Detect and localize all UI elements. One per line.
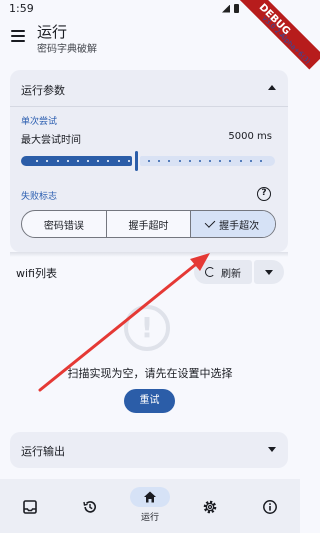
max-time-slider[interactable] <box>21 151 275 171</box>
retry-button[interactable]: 重试 <box>124 389 175 413</box>
run-output-card[interactable]: 运行输出 <box>10 432 288 468</box>
run-params-card: 运行参数 单次尝试 最大尝试时间 5000 ms 失败标志 ? 密码错误 握手超… <box>10 70 288 252</box>
slider-stop-dot <box>148 160 150 162</box>
max-time-value: 5000 ms <box>228 131 272 142</box>
chevron-up-icon[interactable] <box>268 85 276 90</box>
slider-stop-dot <box>179 160 181 162</box>
max-time-label: 最大尝试时间 <box>21 135 81 146</box>
segment-password-error[interactable]: 密码错误 <box>22 211 107 237</box>
slider-stop-dot <box>57 160 59 162</box>
segment-handshake-timeout[interactable]: 握手超时 <box>107 211 192 237</box>
slider-stop-dot <box>189 160 191 162</box>
settings-icon <box>203 500 217 514</box>
nav-item-history[interactable] <box>70 487 110 527</box>
chevron-down-icon <box>265 269 273 275</box>
nav-item-settings[interactable] <box>190 487 230 527</box>
slider-stop-dot <box>229 160 231 162</box>
slider-stop-dot <box>107 160 109 162</box>
wifi-list-title: wifi列表 <box>16 267 57 280</box>
card-title[interactable]: 运行参数 <box>21 82 65 98</box>
segment-label: 密码错误 <box>43 220 84 232</box>
slider-stop-dot <box>36 160 38 162</box>
menu-icon[interactable] <box>11 30 25 42</box>
refresh-icon <box>205 267 215 277</box>
nav-label-run: 运行 <box>140 513 159 523</box>
card-fade <box>10 252 288 257</box>
refresh-options-button[interactable] <box>254 260 284 284</box>
section-label-fail-flag: 失败标志 <box>21 192 58 202</box>
slider-inactive-track <box>140 156 275 166</box>
status-time: 1:59 <box>9 2 34 15</box>
fail-flag-segmented-button: 密码错误 握手超时 握手超次 <box>21 210 276 238</box>
battery-icon <box>234 4 239 13</box>
signal-icon <box>222 4 230 13</box>
app-bar: 运行 密码字典破解 <box>0 18 300 60</box>
page-title: 运行 <box>37 23 68 41</box>
slider-stop-dot <box>67 160 69 162</box>
nav-item-run[interactable] <box>130 487 170 507</box>
slider-stop-dot <box>250 160 252 162</box>
segment-label: 握手超时 <box>128 220 169 232</box>
slider-thumb[interactable] <box>135 151 138 171</box>
slider-stop-dot <box>260 160 262 162</box>
info-icon <box>263 500 277 514</box>
card-title: 运行输出 <box>21 445 65 458</box>
slider-stop-dot <box>219 160 221 162</box>
inbox-icon <box>23 500 37 514</box>
segment-label: 握手超次 <box>219 220 260 232</box>
empty-message: 扫描实现为空，请先在设置中选择 <box>67 367 233 380</box>
warning-icon: ! <box>124 305 170 351</box>
slider-stop-dot <box>168 160 170 162</box>
slider-stop-dot <box>240 160 242 162</box>
slider-stop-dot <box>87 160 89 162</box>
nav-item-inbox[interactable] <box>10 487 50 527</box>
slider-stop-dot <box>118 160 120 162</box>
refresh-button[interactable]: 刷新 <box>194 260 252 284</box>
slider-stop-dot <box>77 160 79 162</box>
divider <box>10 106 288 107</box>
section-label-single-try: 单次尝试 <box>21 117 58 127</box>
page-subtitle: 密码字典破解 <box>37 44 97 55</box>
nav-item-info[interactable] <box>250 487 290 527</box>
slider-stop-dot <box>97 160 99 162</box>
status-icons <box>222 4 239 13</box>
slider-stop-dot <box>128 160 130 162</box>
chevron-down-icon <box>268 447 276 452</box>
home-icon <box>144 491 156 503</box>
bottom-navigation: 运行 <box>0 479 300 533</box>
refresh-label: 刷新 <box>221 268 241 280</box>
history-icon <box>83 501 96 513</box>
slider-stop-dot <box>199 160 201 162</box>
check-icon <box>204 217 216 228</box>
slider-stop-dot <box>158 160 160 162</box>
help-icon[interactable]: ? <box>257 187 271 201</box>
slider-stop-dot <box>209 160 211 162</box>
slider-stop-dot <box>46 160 48 162</box>
segment-handshake-overcount[interactable]: 握手超次 <box>191 211 275 237</box>
